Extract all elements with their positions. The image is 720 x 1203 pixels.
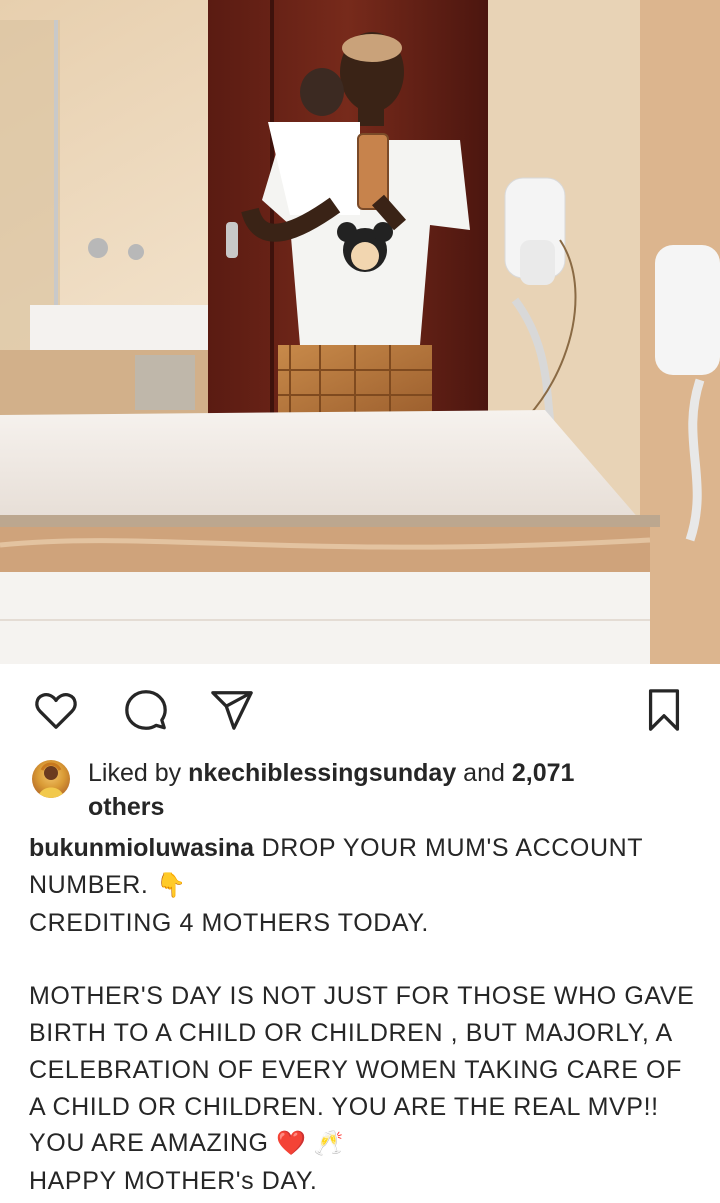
caption-paragraph-2: HAPPY MOTHER's DAY.: [29, 1167, 318, 1196]
comment-icon: [125, 690, 167, 730]
liker-avatar[interactable]: [32, 760, 70, 798]
likes-count[interactable]: 2,071: [512, 759, 575, 787]
avatar-image: [38, 762, 64, 798]
share-button[interactable]: [208, 686, 256, 734]
caption-line-2: CREDITING 4 MOTHERS TODAY.: [29, 908, 429, 937]
post-image[interactable]: [0, 0, 720, 664]
like-button[interactable]: [32, 686, 80, 734]
caption-username[interactable]: bukunmioluwasina: [29, 834, 254, 862]
caption-paragraph-1: MOTHER'S DAY IS NOT JUST FOR THOSE WHO G…: [29, 978, 699, 1163]
post-action-bar: [0, 664, 720, 756]
caption-paragraph-1-text: MOTHER'S DAY IS NOT JUST FOR THOSE WHO G…: [29, 982, 695, 1158]
heart-and-cheers-emoji: ❤️ 🥂: [276, 1130, 345, 1158]
mirror-selfie-illustration: [0, 0, 720, 664]
caption-line-1: bukunmioluwasina DROP YOUR MUM'S ACCOUNT…: [29, 830, 699, 905]
likes-prefix: Liked by: [88, 759, 182, 787]
likes-summary: Liked by nkechiblessingsunday and 2,071 …: [30, 756, 690, 826]
heart-icon: [35, 693, 77, 729]
liker-username[interactable]: nkechiblessingsunday: [188, 759, 456, 787]
likes-others[interactable]: others: [88, 790, 688, 824]
likes-text: Liked by nkechiblessingsunday and 2,071 …: [88, 756, 688, 824]
post-caption: bukunmioluwasina DROP YOUR MUM'S ACCOUNT…: [29, 830, 699, 1200]
comment-button[interactable]: [122, 686, 170, 734]
pointing-down-emoji: 👇: [156, 871, 187, 899]
send-icon: [211, 691, 253, 730]
save-button[interactable]: [640, 686, 688, 734]
bookmark-icon: [648, 689, 680, 731]
likes-conjunction: and: [463, 759, 505, 787]
